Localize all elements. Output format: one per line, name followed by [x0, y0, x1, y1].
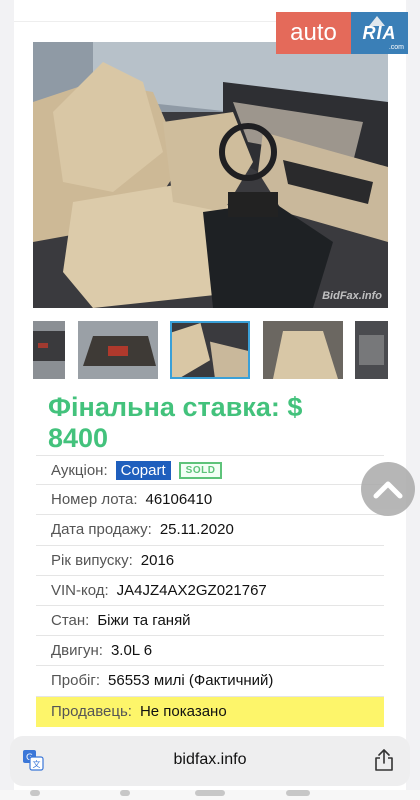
spec-value: 46106410: [145, 491, 213, 509]
spec-value: 25.11.2020: [159, 521, 234, 539]
spec-value: 56553 милі (Фактичний): [108, 672, 274, 690]
spec-row-condition: Стан: Біжи та ганяй: [36, 606, 384, 637]
spec-label: Продавець:: [51, 703, 132, 721]
logo-suffix-text: .com: [388, 44, 404, 51]
spec-label: Номер лота:: [51, 491, 138, 509]
spec-row-sale-date: Дата продажу: 25.11.2020: [36, 515, 384, 546]
logo-ria-block: RIA .com: [351, 12, 408, 54]
thumbnail-5[interactable]: [355, 321, 388, 379]
spec-label: VIN-код:: [51, 581, 109, 599]
spec-label: Пробіг:: [51, 672, 101, 690]
final-bid-price: Фінальна ставка: $ 8400: [48, 392, 303, 453]
spec-label: Двигун:: [51, 642, 103, 660]
chevron-up-icon: [373, 481, 403, 499]
scroll-to-top-button[interactable]: [361, 462, 415, 516]
browser-address-bar[interactable]: G 文 bidfax.info: [10, 736, 410, 786]
thumbnail-4[interactable]: [263, 321, 343, 379]
spec-row-vin: VIN-код: JA4JZ4AX2GZ021767: [36, 576, 384, 606]
toolbar-bookmarks-edge: [286, 790, 310, 796]
thumbnail-2[interactable]: [78, 321, 158, 379]
share-icon[interactable]: [374, 748, 394, 772]
spec-value: Не показано: [139, 703, 227, 721]
toolbar-back-edge: [30, 790, 40, 796]
spec-label: Стан:: [51, 612, 90, 630]
spec-row-auction: Аукціон: Copart SOLD: [36, 455, 384, 486]
thumbnail-1[interactable]: [33, 321, 65, 379]
spec-row-lot: Номер лота: 46106410: [36, 485, 384, 516]
page-gutter-right: [406, 0, 420, 800]
spec-value: 2016: [140, 551, 175, 569]
spec-value: JA4JZ4AX2GZ021767: [116, 581, 267, 599]
spec-label: Дата продажу:: [51, 521, 152, 539]
thumbnail-3[interactable]: [170, 321, 250, 379]
thumbnail-strip: [33, 321, 388, 379]
browser-toolbar-edge: [0, 790, 420, 800]
spec-row-year: Рік випуску: 2016: [36, 546, 384, 576]
spec-row-engine: Двигун: 3.0L 6: [36, 636, 384, 667]
spec-row-mileage: Пробіг: 56553 милі (Фактичний): [36, 666, 384, 697]
spec-label: Аукціон:: [51, 461, 108, 479]
auction-copart-badge[interactable]: Copart: [115, 460, 171, 480]
vehicle-specs-list: Аукціон: Copart SOLD Номер лота: 4610641…: [36, 455, 384, 727]
car-interior-image: [33, 42, 388, 308]
spec-row-seller: Продавець: Не показано: [36, 696, 384, 727]
logo-auto-text: auto: [276, 12, 351, 54]
address-url: bidfax.info: [173, 751, 247, 768]
spec-label: Рік випуску:: [51, 551, 133, 569]
autoria-logo[interactable]: auto RIA .com: [276, 12, 408, 54]
spec-value: 3.0L 6: [110, 642, 153, 660]
sold-badge: SOLD: [178, 461, 223, 479]
toolbar-add-edge: [195, 790, 225, 796]
toolbar-forward-edge: [120, 790, 130, 796]
photo-watermark: BidFax.info: [322, 290, 382, 302]
spec-value: Біжи та ганяй: [97, 612, 191, 630]
logo-triangle-icon: [369, 16, 385, 26]
page-gutter-left: [0, 0, 14, 800]
main-car-photo[interactable]: BidFax.info: [33, 42, 388, 308]
